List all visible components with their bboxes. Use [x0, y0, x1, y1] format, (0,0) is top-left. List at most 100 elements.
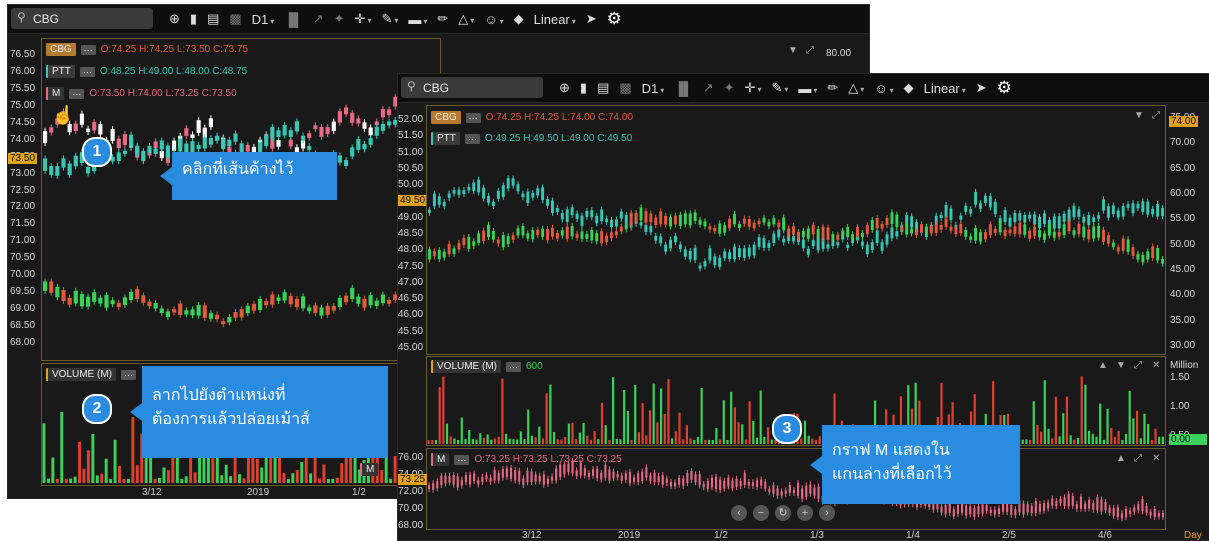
series-tag-ptt[interactable]: PTT: [46, 65, 75, 78]
volume-bar: [637, 432, 641, 444]
ptt-series-candle: [1033, 214, 1037, 225]
m-drag-badge[interactable]: M: [360, 463, 379, 476]
cbg-series-candle: [294, 298, 299, 308]
series-menu-button[interactable]: ⋯: [464, 133, 480, 144]
series-tag-m[interactable]: M: [46, 87, 65, 100]
measure-icon[interactable]: ✏: [434, 11, 451, 27]
pane-move-icon[interactable]: ▼: [788, 45, 798, 56]
cbg-series-candle: [1038, 230, 1041, 238]
ruler-icon[interactable]: ▬ ▾: [405, 12, 430, 27]
new-chart-icon[interactable]: ▮: [187, 11, 200, 27]
gear-icon[interactable]: ⚙: [994, 78, 1015, 98]
ptt-series-candle: [949, 208, 953, 220]
series-tag-cbg[interactable]: CBG: [431, 111, 461, 124]
symbol-search-input[interactable]: ⚲ CBG: [11, 8, 153, 29]
ptt-series-candle: [270, 126, 275, 139]
time-tick-label: 2/5: [1002, 530, 1016, 541]
shapes-icon[interactable]: △ ▾: [845, 80, 867, 96]
m-series-candle: [1133, 507, 1136, 513]
cbg-series-candle: [698, 219, 702, 225]
zoom-out-icon[interactable]: −: [753, 505, 769, 521]
m-series-candle: [596, 468, 599, 479]
pen-icon[interactable]: ✎ ▾: [378, 11, 401, 27]
volume-tag[interactable]: VOLUME (M): [431, 360, 501, 373]
series-menu-button[interactable]: ⋯: [121, 369, 136, 380]
symbol-search-input[interactable]: ⚲ CBG: [401, 77, 543, 98]
compare-icon[interactable]: ▤: [204, 11, 222, 27]
pane-expand-icon[interactable]: ⤢: [1152, 110, 1160, 121]
volume-bar: [803, 420, 807, 444]
pane-down-icon[interactable]: ▼: [1116, 360, 1126, 371]
bar-type-icon[interactable]: ▐▌: [281, 12, 305, 27]
share-icon[interactable]: ➤: [973, 80, 990, 96]
tag-icon[interactable]: ◆: [511, 11, 527, 27]
volume-bar: [1088, 430, 1091, 444]
ptt-series-candle: [1131, 203, 1135, 214]
share-icon[interactable]: ➤: [583, 11, 600, 27]
gear-icon[interactable]: ⚙: [604, 9, 625, 29]
volume-bar: [763, 436, 766, 444]
area-chart-icon[interactable]: ▩: [616, 80, 634, 96]
interval-select[interactable]: D1 ▾: [639, 81, 668, 96]
crosshair-icon[interactable]: ✛ ▾: [352, 11, 375, 27]
ptt-series-candle: [61, 158, 66, 168]
m-series-candle: [1096, 497, 1099, 511]
scale-select[interactable]: Linear ▾: [531, 12, 579, 27]
m-series-candle: [344, 107, 349, 115]
interval-select[interactable]: D1 ▾: [249, 12, 278, 27]
add-icon[interactable]: ⊕: [556, 80, 573, 96]
series-menu-button[interactable]: ⋯: [465, 112, 481, 123]
pane-move-icon[interactable]: ▼: [1134, 110, 1144, 121]
series-menu-button[interactable]: ⋯: [80, 44, 96, 55]
series-tag-cbg[interactable]: CBG: [46, 43, 76, 56]
line-type-icon[interactable]: ↗: [700, 80, 717, 96]
tag-icon[interactable]: ◆: [901, 80, 917, 96]
reset-icon[interactable]: ↻: [775, 505, 791, 521]
emoji-icon[interactable]: ☺ ▾: [481, 12, 506, 27]
zoom-in-icon[interactable]: +: [797, 505, 813, 521]
ptt-series-candle: [356, 139, 361, 150]
volume-bar: [527, 409, 530, 444]
line-type-icon[interactable]: ↗: [310, 11, 327, 27]
pane-expand-icon[interactable]: ⤢: [806, 45, 814, 56]
crosshair-icon[interactable]: ✛ ▾: [742, 80, 765, 96]
m-series-candle: [387, 109, 392, 115]
new-chart-icon[interactable]: ▮: [577, 80, 590, 96]
shapes-icon[interactable]: △ ▾: [455, 11, 477, 27]
cbg-series-candle: [313, 305, 318, 314]
volume-bar: [674, 431, 677, 444]
scale-select[interactable]: Linear ▾: [921, 81, 969, 96]
cbg-series-candle: [654, 217, 658, 226]
scroll-right-icon[interactable]: ›: [819, 505, 835, 521]
series-menu-button[interactable]: ⋯: [79, 66, 95, 77]
bar-type-icon[interactable]: ▐▌: [671, 81, 695, 96]
cbg-series-candle: [797, 233, 800, 238]
compare-icon[interactable]: ▤: [594, 80, 612, 96]
ruler-icon[interactable]: ▬ ▾: [795, 81, 820, 96]
area-chart-icon[interactable]: ▩: [226, 11, 244, 27]
series-tag-ptt[interactable]: PTT: [431, 132, 460, 145]
pane-close-icon[interactable]: ✕: [1152, 360, 1160, 371]
series-menu-button[interactable]: ⋯: [506, 361, 521, 372]
toolbar: ⚲ CBG ⊕ ▮ ▤ ▩ D1 ▾ ▐▌ ↗ ✦ ✛ ▾ ✎ ▾ ▬ ▾ ✏ △ ▾ ☺…: [398, 74, 1209, 103]
search-icon: ⚲: [17, 10, 26, 24]
m-series-candle: [1092, 503, 1095, 510]
volume-bar: [322, 464, 326, 483]
ptt-series-candle: [208, 138, 213, 145]
volume-tag[interactable]: VOLUME (M): [46, 368, 116, 381]
volume-bar: [64, 478, 68, 483]
emoji-icon[interactable]: ☺ ▾: [871, 81, 896, 96]
series-menu-button[interactable]: ⋯: [69, 88, 85, 99]
pane-expand-icon[interactable]: ⤢: [1134, 360, 1142, 371]
volume-bar: [86, 450, 90, 483]
scroll-left-icon[interactable]: ‹: [731, 505, 747, 521]
candle-type-icon[interactable]: ✦: [721, 80, 738, 96]
add-icon[interactable]: ⊕: [166, 11, 183, 27]
m-series-candle: [542, 474, 545, 485]
candle-type-icon[interactable]: ✦: [331, 11, 348, 27]
pen-icon[interactable]: ✎ ▾: [768, 80, 791, 96]
measure-icon[interactable]: ✏: [824, 80, 841, 96]
pane-up-icon[interactable]: ▲: [1098, 360, 1108, 371]
ptt-series-candle: [654, 235, 658, 241]
ptt-series-candle: [693, 247, 697, 261]
